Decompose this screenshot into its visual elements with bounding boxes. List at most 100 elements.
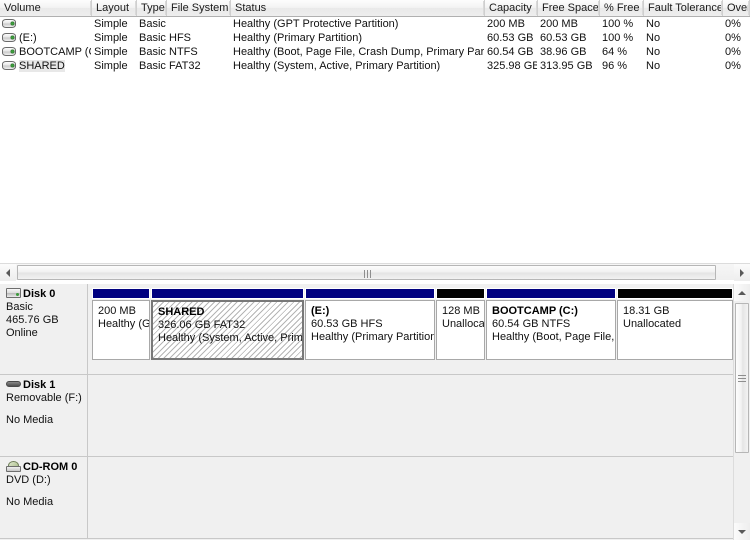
column-header-free-space[interactable]: Free Space bbox=[538, 0, 600, 16]
volume-label: SHARED bbox=[19, 60, 65, 72]
partition-color-bar bbox=[305, 288, 435, 299]
vscrollbar-thumb[interactable] bbox=[735, 303, 749, 453]
volume-file-system-cell bbox=[169, 17, 230, 31]
partition-block[interactable]: (E:) 60.53 GB HFS Healthy (Primary Partiti… bbox=[305, 288, 435, 360]
volume-name-cell bbox=[2, 17, 91, 31]
volume-label: BOOTCAMP (C:) bbox=[19, 46, 91, 58]
partition-status: Healthy (Primary Partition) bbox=[311, 331, 434, 343]
disk-info-line: DVD (D:) bbox=[6, 474, 51, 486]
disk-partition-bar: 200 MBHealthy (GPSHARED326.06 GB FAT32He… bbox=[89, 284, 733, 374]
column-header-free[interactable]: % Free bbox=[600, 0, 644, 16]
partition-status: Healthy (Boot, Page File, C bbox=[492, 331, 615, 343]
column-header-type[interactable]: Type bbox=[137, 0, 167, 16]
volume-file-system-cell: FAT32 bbox=[169, 60, 201, 72]
column-header-fault-tolerance[interactable]: Fault Tolerance bbox=[644, 0, 723, 16]
partition-details[interactable]: BOOTCAMP (C:) 60.54 GB NTFS Healthy (Boot,… bbox=[486, 300, 616, 360]
volume-fault-tolerance-cell: No bbox=[646, 32, 661, 44]
column-header-file-system[interactable]: File System bbox=[167, 0, 231, 16]
partition-size: 60.53 GB HFS bbox=[311, 318, 383, 330]
vscroll-up-arrow-icon[interactable] bbox=[734, 284, 750, 301]
disk-name: Disk 0 bbox=[23, 288, 56, 300]
partition-block[interactable]: 128 MBUnallocate bbox=[436, 288, 485, 360]
hscrollbar-thumb[interactable] bbox=[17, 265, 716, 280]
partition-block[interactable]: BOOTCAMP (C:) 60.54 GB NTFS Healthy (Boot,… bbox=[486, 288, 616, 360]
partition-container bbox=[92, 379, 730, 451]
volume-layout-cell: Simple bbox=[94, 32, 128, 44]
partition-color-bar bbox=[486, 288, 616, 299]
column-header-capacity[interactable]: Capacity bbox=[485, 0, 538, 16]
volume-layout-cell: Simple bbox=[94, 60, 128, 72]
volume-percent-free-cell: 64 % bbox=[602, 46, 628, 58]
partition-details[interactable]: 200 MBHealthy (GP bbox=[92, 300, 150, 360]
volume-overhead-cell: 0% bbox=[725, 46, 741, 58]
column-header-overh[interactable]: Overh bbox=[723, 0, 750, 16]
partition-color-bar bbox=[617, 288, 733, 299]
disk-name: CD-ROM 0 bbox=[23, 461, 78, 473]
volume-type-cell: Basic bbox=[139, 18, 166, 30]
disk-info-line: Removable (F:) bbox=[6, 392, 82, 404]
volume-name-cell: BOOTCAMP (C:) bbox=[2, 45, 91, 59]
horizontal-scrollbar[interactable] bbox=[0, 263, 750, 281]
volume-name-cell: SHARED bbox=[2, 59, 91, 73]
disk-info-line: Basic bbox=[6, 301, 33, 313]
disk-info-panel[interactable]: Disk 1 Removable (F:) No Media bbox=[0, 375, 88, 456]
disk-info-panel[interactable]: CD-ROM 0 DVD (D:) No Media bbox=[0, 457, 88, 538]
disk-info-spacer bbox=[6, 405, 83, 414]
volume-fault-tolerance-cell: No bbox=[646, 46, 661, 58]
partition-status: Healthy (System, Active, Prima bbox=[158, 332, 302, 344]
volume-overhead-cell: 0% bbox=[725, 32, 741, 44]
volume-capacity-cell: 200 MB bbox=[487, 18, 525, 30]
hscroll-right-arrow-icon[interactable] bbox=[734, 264, 750, 281]
partition-details[interactable]: SHARED 326.06 GB FAT32 Healthy (System, Ac… bbox=[151, 300, 304, 360]
disk-row[interactable]: Disk 0 Basic 465.76 GB Online 200 MB Healthy … bbox=[0, 284, 733, 375]
disk-partition-bar bbox=[89, 375, 733, 456]
volume-label: (E:) bbox=[19, 32, 37, 44]
partition-status: Unallocate bbox=[442, 318, 484, 330]
volume-overhead-cell: 0% bbox=[725, 18, 741, 30]
volume-name-cell: (E:) bbox=[2, 31, 91, 45]
partition-name: (E:) bbox=[311, 305, 330, 317]
volume-capacity-cell: 60.53 GB bbox=[487, 32, 534, 44]
volume-row[interactable]: Simple Basic Healthy (GPT Protective Parti… bbox=[0, 17, 750, 31]
volume-free-space-cell: 313.95 GB bbox=[540, 60, 593, 72]
partition-details[interactable]: 128 MBUnallocate bbox=[436, 300, 485, 360]
hdd-icon bbox=[6, 288, 21, 298]
column-header-layout[interactable]: Layout bbox=[92, 0, 137, 16]
volume-type-cell: Basic bbox=[139, 32, 166, 44]
partition-block[interactable]: 200 MBHealthy (GP bbox=[92, 288, 150, 360]
hscroll-grip-icon bbox=[363, 270, 371, 278]
disk-info-panel[interactable]: Disk 0 Basic 465.76 GB Online bbox=[0, 284, 88, 374]
partition-name: SHARED bbox=[158, 306, 205, 318]
volume-layout-cell: Simple bbox=[94, 18, 128, 30]
partition-details[interactable]: 18.31 GB Unallocated bbox=[617, 300, 733, 360]
partition-size: 200 MB bbox=[98, 305, 136, 317]
removable-drive-icon bbox=[6, 379, 21, 389]
hscroll-left-arrow-icon[interactable] bbox=[0, 264, 16, 281]
volume-file-system-cell: HFS bbox=[169, 32, 191, 44]
partition-block[interactable]: SHARED 326.06 GB FAT32 Healthy (System, Ac… bbox=[151, 288, 304, 360]
partition-details[interactable]: (E:) 60.53 GB HFS Healthy (Primary Partiti… bbox=[305, 300, 435, 360]
vscroll-down-arrow-icon[interactable] bbox=[734, 523, 750, 540]
volume-row[interactable]: SHARED Simple Basic FAT32 Healthy (System, A… bbox=[0, 59, 750, 73]
partition-color-bar bbox=[92, 288, 150, 299]
volume-capacity-cell: 60.54 GB bbox=[487, 46, 534, 58]
volume-type-cell: Basic bbox=[139, 60, 166, 72]
partition-size: 128 MB bbox=[442, 305, 480, 317]
disk-row[interactable]: Disk 1 Removable (F:) No Media bbox=[0, 375, 733, 457]
volume-free-space-cell: 200 MB bbox=[540, 18, 578, 30]
volume-list-header[interactable]: Volume Layout Type File System Status Capacit… bbox=[0, 0, 750, 17]
column-header-status[interactable]: Status bbox=[231, 0, 485, 16]
disk-row[interactable]: CD-ROM 0 DVD (D:) No Media bbox=[0, 457, 733, 539]
column-header-volume[interactable]: Volume bbox=[0, 0, 92, 16]
volume-row[interactable]: BOOTCAMP (C:)Simple BasicNTFS Healthy (Boo… bbox=[0, 45, 750, 59]
partition-container bbox=[92, 461, 730, 533]
vscroll-grip-icon bbox=[738, 375, 746, 382]
volume-row[interactable]: (E:) Simple Basic HFS Healthy (Primary Parti… bbox=[0, 31, 750, 45]
partition-name: BOOTCAMP (C:) bbox=[492, 305, 578, 317]
partition-size: 18.31 GB bbox=[623, 305, 670, 317]
volume-status-cell: Healthy (Primary Partition) bbox=[233, 32, 362, 44]
disk-info-line: No Media bbox=[6, 496, 54, 508]
partition-container: 200 MBHealthy (GPSHARED326.06 GB FAT32He… bbox=[92, 288, 733, 360]
vertical-scrollbar[interactable] bbox=[733, 284, 750, 540]
partition-block[interactable]: 18.31 GB Unallocated bbox=[617, 288, 733, 360]
